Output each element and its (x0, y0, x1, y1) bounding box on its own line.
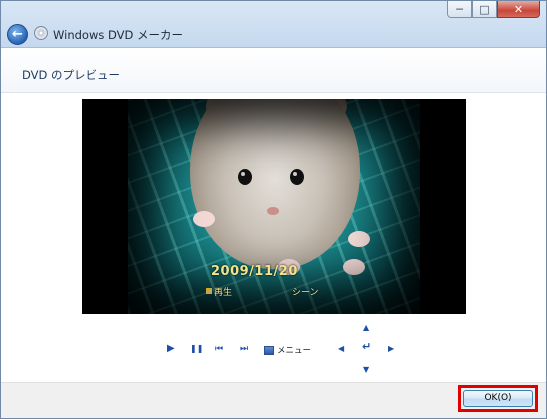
next-chapter-button[interactable]: ⏭ (240, 344, 248, 354)
overlay-scene-item[interactable]: シーン (292, 285, 319, 298)
dvd-maker-window: ─ □ ✕ ← Windows DVD メーカー DVD のプレビュー 2009… (0, 0, 547, 419)
nav-enter-button[interactable]: ↵ (362, 340, 372, 353)
overlay-date: 2009/11/20 (211, 264, 298, 279)
overlay-play-item[interactable]: 再生 (206, 285, 232, 298)
page-title: DVD のプレビュー (22, 68, 121, 82)
play-button[interactable]: ▶ (167, 344, 175, 354)
window-controls: ─ □ ✕ (447, 1, 540, 18)
hamster-photo: 2009/11/20 再生 シーン (128, 99, 420, 314)
selection-marker-icon (206, 288, 212, 294)
previous-chapter-button[interactable]: ⏮ (215, 344, 223, 354)
close-icon: ✕ (513, 2, 524, 16)
window-title: Windows DVD メーカー (53, 28, 184, 42)
close-button[interactable]: ✕ (497, 1, 540, 18)
nav-right-button[interactable]: ▶ (388, 344, 394, 354)
back-arrow-icon: ← (12, 27, 23, 42)
nav-left-button[interactable]: ◀ (338, 344, 344, 354)
preview-video: 2009/11/20 再生 シーン (82, 99, 466, 314)
pause-icon: ❚❚ (190, 344, 204, 353)
maximize-icon: □ (479, 2, 490, 16)
arrow-down-icon: ▼ (363, 365, 370, 374)
vignette-overlay (128, 99, 420, 314)
overlay-play-label: 再生 (214, 288, 233, 298)
dvd-app-icon (34, 26, 48, 40)
pause-button[interactable]: ❚❚ (190, 344, 203, 354)
header-band: DVD のプレビュー (1, 48, 546, 93)
nav-down-button[interactable]: ▼ (363, 365, 369, 375)
menu-button[interactable]: メニュー (264, 344, 311, 356)
nav-up-button[interactable]: ▲ (363, 323, 369, 333)
arrow-up-icon: ▲ (363, 323, 370, 332)
menu-icon (264, 345, 274, 355)
enter-icon: ↵ (362, 340, 372, 353)
back-button[interactable]: ← (7, 24, 28, 45)
title-bar: ─ □ ✕ ← Windows DVD メーカー (1, 1, 546, 48)
next-icon: ⏭ (240, 344, 249, 354)
minimize-icon: ─ (456, 2, 463, 16)
maximize-button[interactable]: □ (472, 1, 497, 18)
menu-label: メニュー (277, 346, 312, 356)
previous-icon: ⏮ (215, 344, 224, 354)
play-icon: ▶ (167, 343, 175, 354)
arrow-left-icon: ◀ (338, 344, 345, 353)
ok-button[interactable]: OK(O) (463, 390, 533, 407)
arrow-right-icon: ▶ (388, 344, 395, 353)
minimize-button[interactable]: ─ (447, 1, 472, 18)
